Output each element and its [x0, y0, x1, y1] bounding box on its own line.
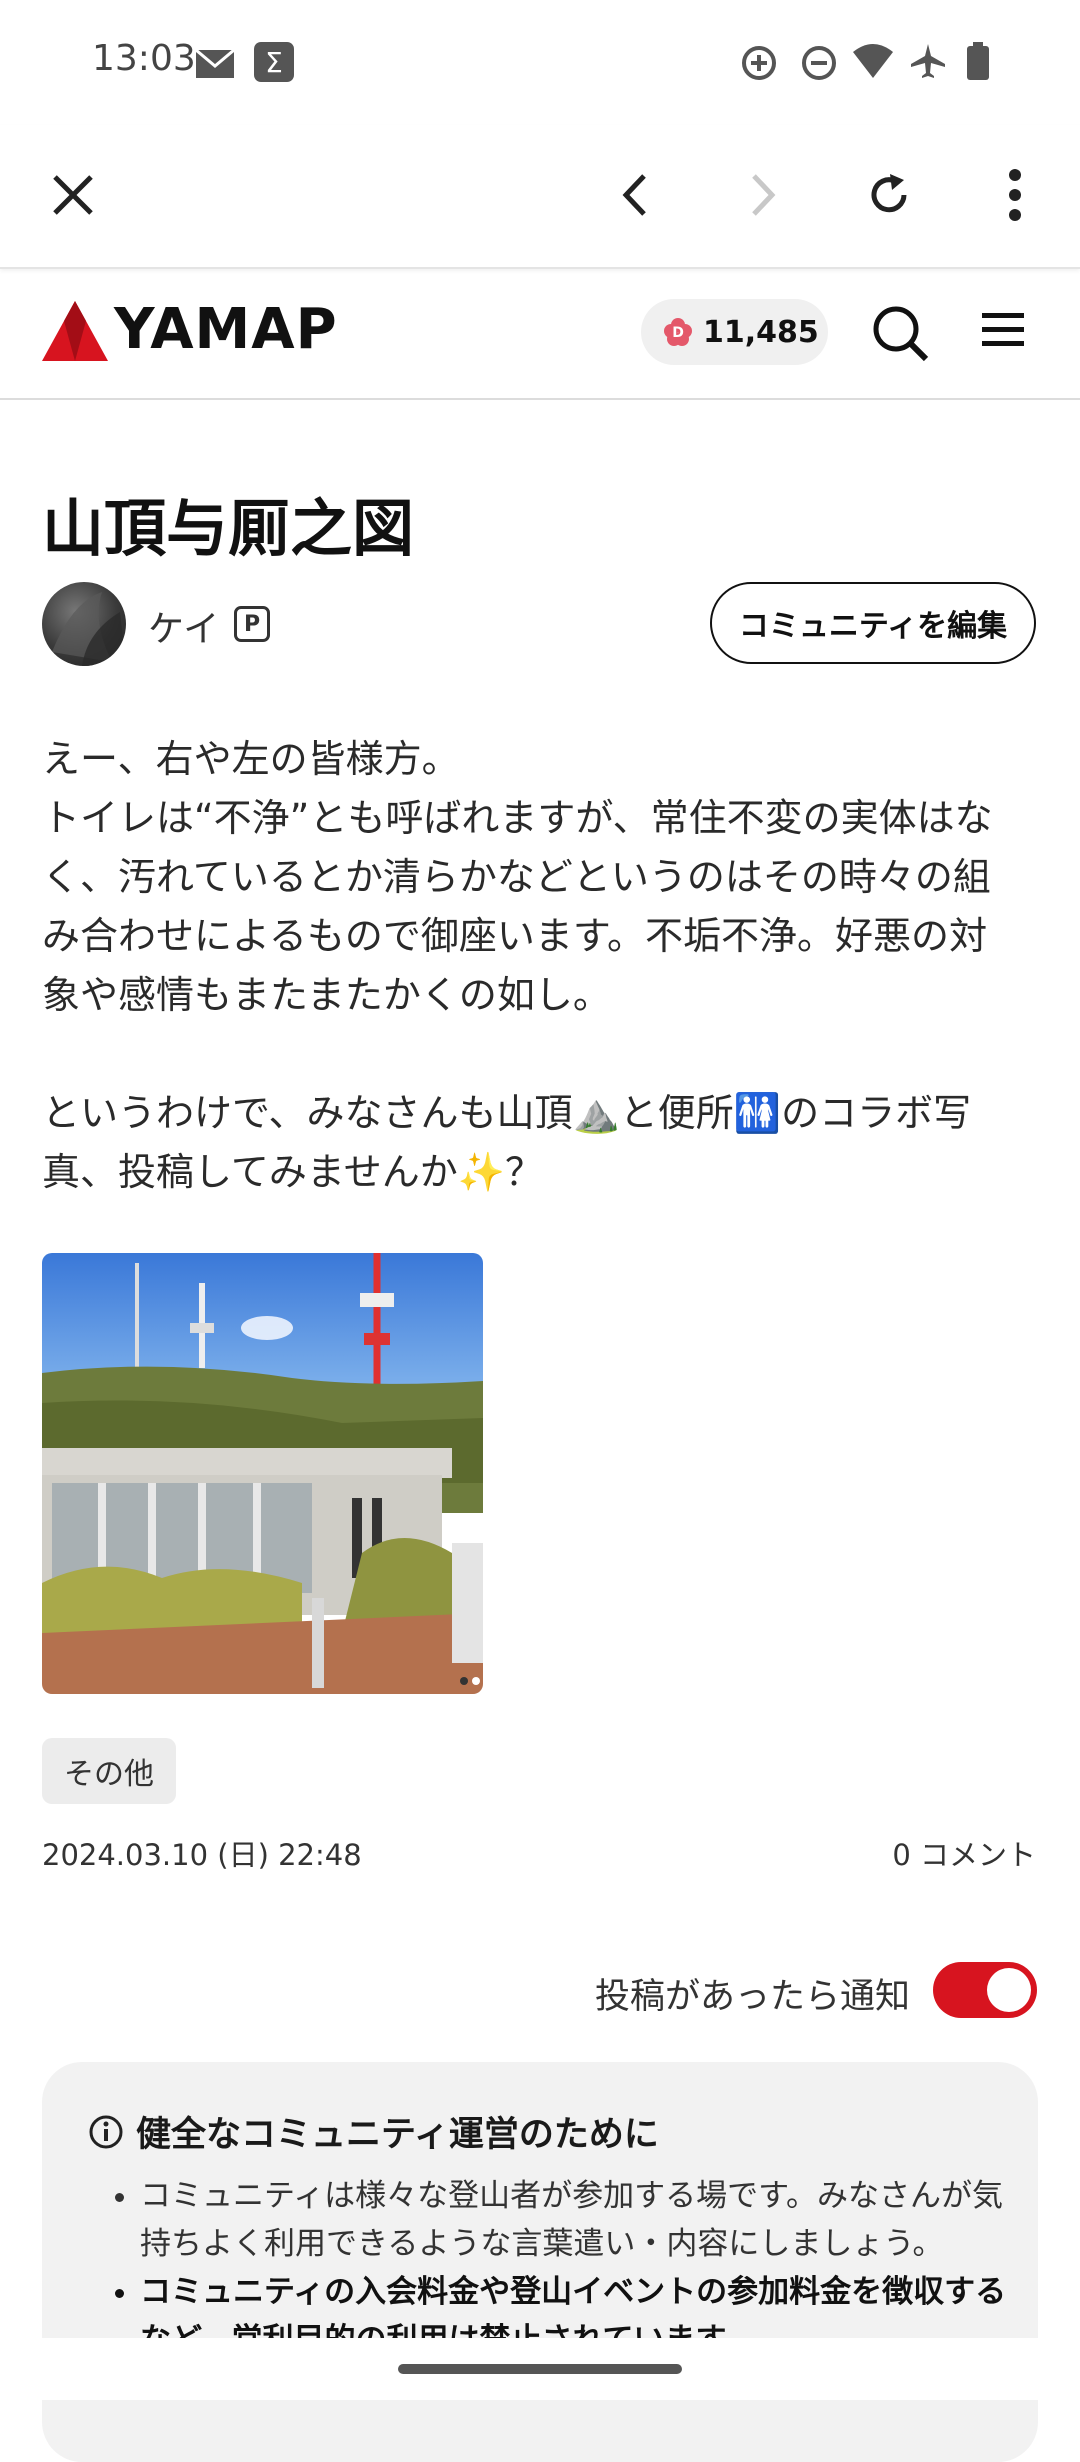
points-badge[interactable]: D 11,485 — [641, 299, 828, 365]
back-button[interactable] — [587, 147, 683, 243]
close-icon — [53, 175, 93, 215]
points-value: 11,485 — [703, 314, 819, 350]
category-tag[interactable]: その他 — [42, 1738, 176, 1804]
airplane-icon — [911, 44, 945, 78]
browser-toolbar — [0, 125, 1080, 269]
menu-icon — [982, 313, 1024, 346]
avatar[interactable] — [42, 582, 126, 666]
avatar-image — [52, 592, 126, 666]
post-body-line: えー、右や左の皆様方。 — [42, 737, 460, 781]
author-name[interactable]: ケイ — [148, 600, 219, 652]
guidelines-title: 健全なコミュニティ運営のために — [88, 2106, 659, 2157]
comment-count[interactable]: 0 コメント — [892, 1832, 1036, 1874]
svg-text:D: D — [672, 325, 684, 341]
sigma-app-icon: Σ — [254, 42, 294, 82]
reload-button[interactable] — [841, 147, 937, 243]
toggle-knob — [987, 1968, 1031, 2012]
reload-icon — [871, 174, 907, 213]
close-tab-button[interactable] — [25, 147, 121, 243]
more-vert-icon — [1009, 169, 1021, 221]
back-icon — [622, 174, 646, 216]
premium-badge: P — [234, 606, 270, 642]
more-menu-button[interactable] — [967, 147, 1063, 243]
point-flower-icon: D — [664, 318, 692, 346]
post-body-blank-line — [42, 1025, 1042, 1084]
post-date: 2024.03.10 (日) 22:48 — [42, 1838, 362, 1872]
post-body: えー、右や左の皆様方。 トイレは“不浄”とも呼ばれますが、常住不変の実体はな く… — [42, 730, 1042, 1202]
guideline-item: コミュニティは様々な登山者が参加する場です。みなさんが気持ちよく利用できるような… — [140, 2172, 1020, 2268]
post-body-line: 真、投稿してみませんか✨？ — [42, 1150, 544, 1194]
post-photo[interactable] — [42, 1253, 483, 1694]
search-button[interactable] — [868, 301, 932, 365]
wifi-icon — [853, 44, 893, 78]
yamap-logo[interactable]: YAMAP — [42, 297, 337, 365]
do-not-disturb-icon — [802, 46, 836, 80]
post-body-line: く、汚れているとか清らかなどというのはその時々の組 — [42, 855, 991, 899]
data-saver-icon — [742, 46, 776, 80]
guidelines-list: コミュニティは様々な登山者が参加する場です。みなさんが気持ちよく利用できるような… — [100, 2172, 1020, 2364]
mountain-logo-icon — [42, 301, 108, 361]
gesture-nav-handle[interactable] — [398, 2364, 682, 2374]
forward-icon — [752, 174, 776, 216]
forward-button[interactable] — [715, 147, 811, 243]
site-header: YAMAP D 11,485 — [0, 268, 1080, 400]
search-icon — [873, 306, 929, 362]
post-body-line: 象や感情もまたまたかくの如し。 — [42, 973, 611, 1017]
info-icon — [89, 2115, 123, 2148]
toilet-building-photo — [42, 1253, 483, 1694]
notify-toggle[interactable] — [933, 1962, 1037, 2018]
post-body-line: み合わせによるもので御座います。不垢不浄。好悪の対 — [42, 914, 988, 958]
community-guidelines-box: 健全なコミュニティ運営のために コミュニティは様々な登山者が参加する場です。みな… — [42, 2062, 1038, 2462]
post-body-line: トイレは“不浄”とも呼ばれますが、常住不変の実体はな — [42, 796, 993, 840]
guidelines-title-text: 健全なコミュニティ運営のために — [136, 2115, 659, 2155]
logo-text: YAMAP — [114, 297, 338, 362]
status-time: 13:03 — [92, 38, 196, 79]
battery-icon — [967, 42, 989, 80]
post-body-line: というわけで、みなさんも山頂⛰️と便所🚻のコラボ写 — [42, 1091, 972, 1135]
mail-icon — [196, 50, 234, 78]
status-bar: 13:03 Σ — [0, 0, 1080, 125]
menu-button[interactable] — [978, 305, 1034, 361]
notify-label: 投稿があったら通知 — [594, 1977, 910, 2017]
post-title: 山頂与厠之図 — [42, 492, 415, 565]
edit-community-button[interactable]: コミュニティを編集 — [710, 582, 1036, 664]
svg-text:Σ: Σ — [265, 46, 283, 79]
